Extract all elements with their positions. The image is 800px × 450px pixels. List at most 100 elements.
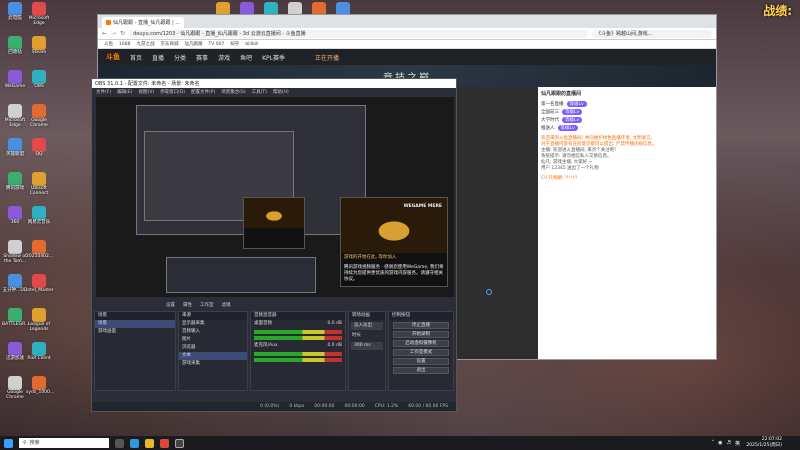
desktop-icon[interactable]: Microsoft Edge — [2, 104, 28, 129]
site-nav-item[interactable]: 直播 — [152, 53, 164, 62]
desktop-icon-label: League of Legends — [27, 322, 51, 332]
desktop-icon[interactable]: OBS — [26, 70, 52, 90]
desktop-icon[interactable]: 此电脑 — [2, 2, 28, 22]
live-now-text[interactable]: 正在开播 — [315, 53, 339, 62]
bookmark-item[interactable]: bilibili — [245, 42, 258, 47]
rank-row[interactable]: 第一名直播 等级Lv — [538, 100, 716, 108]
site-nav-item[interactable]: 赛事 — [196, 53, 208, 62]
douyu-logo[interactable]: 斗鱼 — [106, 52, 120, 62]
chat-message: 用户 12345 送出了一个礼物 — [541, 166, 599, 171]
preview-toolbar-button[interactable]: 属性 — [183, 302, 192, 308]
preview-toolbar-button[interactable]: 工作室 — [200, 302, 214, 308]
desktop-icon[interactable]: WeGame — [2, 70, 28, 90]
control-button[interactable]: 启动虚拟摄像机 — [393, 340, 449, 347]
source-item[interactable]: 图片 — [179, 336, 247, 344]
desktop-icon[interactable]: 五分钟...DD — [2, 274, 28, 294]
browser-tab[interactable]: 仙凡跟跟 - 直播_仙凡跟跟 | ... — [102, 17, 185, 28]
desktop-icon[interactable]: 回收站 — [2, 36, 28, 56]
url-field[interactable]: douyu.com/1203 - 仙凡跟跟 - 直播_仙凡跟跟 - 3d 云游云… — [129, 29, 588, 38]
obs-window[interactable]: OBS 31.0.1 - 配置文件: 未命名 - 场景: 未命名 文件(F) 编辑… — [91, 78, 457, 412]
ime-indicator[interactable]: 英 — [735, 440, 740, 447]
wegame-popup[interactable]: WEGAME MERE 游戏的开始在此, 等你加入 腾讯游戏视频服务 · 感谢您… — [340, 197, 448, 287]
preview-toolbar-button[interactable]: 滤镜 — [222, 302, 231, 308]
bookmark-item[interactable]: 知乎 — [230, 41, 239, 47]
desktop-icon[interactable]: Steam — [26, 36, 52, 56]
obs-menu-item[interactable]: 编辑(E) — [117, 89, 132, 95]
desktop-icon[interactable]: Intel_Master — [26, 274, 54, 294]
source-item[interactable]: 浏览器 — [179, 344, 247, 352]
bookmark-item[interactable]: 仙凡跟跟 — [184, 41, 202, 47]
desktop-icon[interactable]: Microsoft Edge — [26, 2, 52, 27]
desktop-icon[interactable]: 360 — [2, 206, 28, 226]
scene-item[interactable]: 场景 — [95, 320, 175, 328]
source-item[interactable]: 显示器采集 — [179, 320, 247, 328]
forward-arrow-icon[interactable]: → — [111, 30, 116, 37]
duration-value[interactable]: 300 ms — [351, 342, 383, 350]
app-icon — [32, 342, 46, 356]
control-button[interactable]: 设置 — [393, 358, 449, 365]
bookmark-item[interactable]: 1688 — [119, 42, 130, 47]
task-view-icon[interactable] — [115, 438, 124, 448]
control-button[interactable]: 停止直播 — [393, 322, 449, 329]
wegame-headline: 游戏的开始在此, 等你加入 — [344, 255, 397, 260]
transition-select[interactable]: 淡入淡出 — [351, 322, 383, 330]
site-nav-item[interactable]: 首页 — [130, 53, 142, 62]
volume-icon[interactable]: ♬ — [727, 440, 731, 447]
site-nav-item[interactable]: 分类 — [174, 53, 186, 62]
edge-icon[interactable] — [130, 438, 139, 448]
desktop-icon[interactable]: 20250402... — [26, 240, 53, 260]
transitions-dock: 转场动画 淡入淡出 时长 300 ms — [348, 311, 386, 391]
desktop-icon[interactable]: BATTLEGR... — [2, 308, 29, 328]
source-item[interactable]: 文本 — [179, 352, 247, 360]
site-nav-item[interactable]: 鱼吧 — [240, 53, 252, 62]
desktop-icon[interactable]: 英雄联盟 — [2, 138, 28, 158]
rank-row[interactable]: 推送人 等级Lv — [538, 124, 716, 132]
obs-taskbar-icon[interactable] — [175, 438, 184, 448]
preview-toolbar-button[interactable]: 设置 — [166, 302, 175, 308]
obs-menu-item[interactable]: 停靠窗口(D) — [160, 89, 185, 95]
obs-menu-item[interactable]: 视图(V) — [138, 89, 154, 95]
desktop-icon[interactable]: Google Chrome — [26, 104, 52, 129]
desktop-icon[interactable]: Google Chrome — [2, 376, 28, 401]
bookmark-item[interactable]: 九游之战 — [136, 41, 154, 47]
desktop-icon-label: 五分钟...DD — [2, 288, 28, 293]
rank-row[interactable]: 大学时代 等级Lv — [538, 116, 716, 124]
desktop-icon[interactable]: 腾讯游戏 — [2, 172, 28, 192]
source-item[interactable]: 游戏采集 — [179, 360, 247, 368]
obs-menu-item[interactable]: 文件(F) — [96, 89, 111, 95]
site-nav-item[interactable]: 游戏 — [218, 53, 230, 62]
desktop-icon[interactable]: QQ — [26, 138, 52, 158]
back-arrow-icon[interactable]: ← — [102, 30, 107, 37]
bookmark-item[interactable]: 斗鱼 — [104, 41, 113, 47]
desktop-icon[interactable]: 网易云音乐 — [26, 206, 52, 226]
desktop-icon[interactable]: Riot Client — [26, 342, 52, 362]
obs-menu-item[interactable]: 工具(T) — [252, 89, 267, 95]
rank-row[interactable]: 全国前三 等级Lv — [538, 108, 716, 116]
desktop-icon[interactable]: League of Legends — [26, 308, 52, 333]
refresh-icon[interactable]: ↻ — [120, 30, 125, 37]
windows-start-icon[interactable] — [4, 438, 13, 448]
obs-preview[interactable]: WEGAME MERE 游戏的开始在此, 等你加入 腾讯游戏视频服务 · 感谢您… — [96, 97, 454, 297]
obs-menu-item[interactable]: 配置文件(P) — [191, 89, 215, 95]
desktop-icon[interactable]: Ubisoft Connect — [26, 172, 52, 197]
taskbar-search[interactable]: ⚲ 搜索 — [19, 438, 109, 448]
taskbar-clock[interactable]: 22:07:02 2025/1/25(周日) — [746, 437, 782, 449]
chrome-icon[interactable] — [160, 438, 169, 448]
site-nav-item[interactable]: KPL赛季 — [262, 53, 285, 62]
control-button[interactable]: 开始录制 — [393, 331, 449, 338]
bookmark-item[interactable]: TV 007 — [208, 42, 224, 47]
network-icon[interactable]: ◉ — [718, 440, 722, 447]
browser-search-field[interactable]: 《斗鱼》跨越山间,游戏... — [592, 29, 712, 38]
obs-menu-item[interactable]: 帮助(H) — [273, 89, 289, 95]
desktop-icon[interactable]: Shadow of the Tom... — [2, 240, 28, 265]
file-explorer-icon[interactable] — [145, 438, 154, 448]
source-item[interactable]: 音频输入 — [179, 328, 247, 336]
control-button[interactable]: 退出 — [393, 367, 449, 374]
tray-chevron-icon[interactable]: ˄ — [712, 440, 715, 447]
desktop-icon[interactable]: syds_1000... — [26, 376, 54, 396]
scene-item[interactable]: 游戏画面 — [95, 328, 175, 336]
obs-menu-item[interactable]: 场景集合(S) — [221, 89, 245, 95]
bookmark-item[interactable]: 京东商城 — [160, 41, 178, 47]
control-button[interactable]: 工作室模式 — [393, 349, 449, 356]
desktop-icon[interactable]: 迅游加速 — [2, 342, 28, 362]
